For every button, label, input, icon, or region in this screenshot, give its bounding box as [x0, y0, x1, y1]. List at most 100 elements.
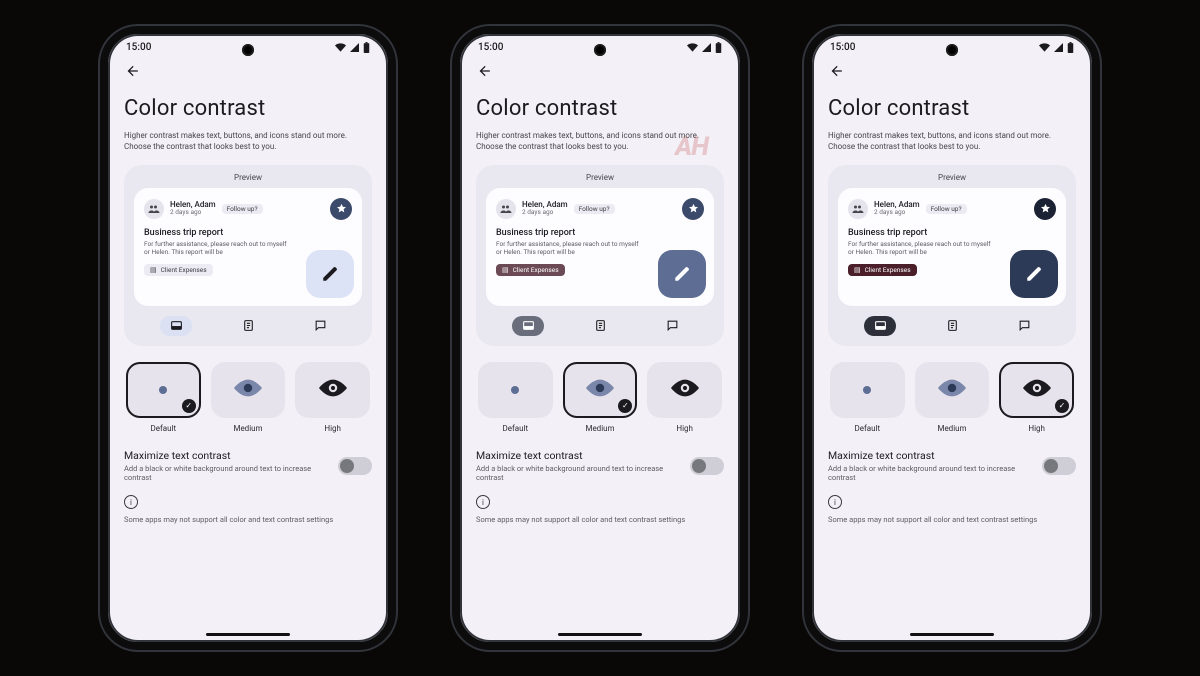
attachment-name: Client Expenses: [161, 266, 207, 274]
email-preview-card: Helen, Adam 2 days ago Follow up? Busine…: [838, 188, 1066, 306]
email-body: For further assistance, please reach out…: [144, 240, 294, 257]
contrast-picker: ✓ Default ✓ Medium ✓ High: [830, 362, 1074, 433]
sent-ago: 2 days ago: [170, 209, 216, 216]
contrast-option-default[interactable]: ✓ Default: [830, 362, 905, 433]
home-indicator[interactable]: [206, 633, 290, 636]
maximize-toggle[interactable]: [690, 457, 724, 475]
contrast-option-high[interactable]: ✓ High: [999, 362, 1074, 433]
email-subject: Business trip report: [848, 228, 1056, 238]
option-label: Default: [478, 424, 553, 433]
maximize-contrast-row: Maximize text contrast Add a black or wh…: [124, 449, 372, 484]
tab-chat[interactable]: [304, 316, 336, 336]
email-body: For further assistance, please reach out…: [496, 240, 646, 257]
star-button[interactable]: [1034, 198, 1056, 220]
contrast-option-medium[interactable]: ✓ Medium: [563, 362, 638, 433]
phone-frame: 15:00 Color contrast Higher contrast mak…: [804, 26, 1100, 650]
eye-icon: [159, 386, 167, 394]
tab-inbox[interactable]: [160, 316, 192, 336]
attachment-chip[interactable]: ▤ Client Expenses: [848, 264, 917, 276]
eye-icon: [319, 379, 347, 401]
email-preview-card: Helen, Adam 2 days ago Follow up? Busine…: [134, 188, 362, 306]
contrast-option-medium[interactable]: ✓ Medium: [211, 362, 286, 433]
attachment-name: Client Expenses: [865, 266, 911, 274]
preview-section: Preview Helen, Adam 2 days ago Follow up…: [476, 165, 724, 346]
contrast-option-high[interactable]: ✓ High: [295, 362, 370, 433]
follow-up-chip[interactable]: Follow up?: [574, 204, 615, 214]
avatar: [848, 199, 868, 219]
avatar: [496, 199, 516, 219]
tab-docs[interactable]: [232, 316, 264, 336]
attachment-chip[interactable]: ▤ Client Expenses: [144, 264, 213, 276]
option-label: High: [295, 424, 370, 433]
maximize-title: Maximize text contrast: [828, 449, 1034, 462]
camera-hole: [242, 44, 254, 56]
star-button[interactable]: [682, 198, 704, 220]
page-subtitle: Higher contrast makes text, buttons, and…: [476, 131, 724, 153]
back-button[interactable]: [124, 57, 372, 90]
maximize-toggle[interactable]: [1042, 457, 1076, 475]
email-body: For further assistance, please reach out…: [848, 240, 998, 257]
wifi-icon: [1039, 43, 1050, 52]
avatar: [144, 199, 164, 219]
check-icon: ✓: [618, 399, 632, 413]
eye-icon: [863, 386, 871, 394]
home-indicator[interactable]: [910, 633, 994, 636]
tab-docs[interactable]: [584, 316, 616, 336]
compose-fab[interactable]: [306, 250, 354, 298]
battery-icon: [1067, 42, 1074, 53]
home-indicator[interactable]: [558, 633, 642, 636]
back-button[interactable]: [476, 57, 724, 90]
status-time: 15:00: [126, 42, 151, 53]
email-subject: Business trip report: [144, 228, 352, 238]
footer-note: Some apps may not support all color and …: [124, 515, 372, 524]
document-icon: ▤: [854, 266, 861, 274]
tab-chat[interactable]: [656, 316, 688, 336]
contrast-option-medium[interactable]: ✓ Medium: [915, 362, 990, 433]
contrast-option-default[interactable]: ✓ Default: [126, 362, 201, 433]
preview-tabbar: [486, 306, 714, 338]
back-button[interactable]: [828, 57, 1076, 90]
tab-chat[interactable]: [1008, 316, 1040, 336]
option-label: Default: [126, 424, 201, 433]
star-button[interactable]: [330, 198, 352, 220]
cell-signal-icon: [702, 43, 711, 52]
contrast-picker: ✓ Default ✓ Medium ✓ High: [126, 362, 370, 433]
option-label: High: [999, 424, 1074, 433]
info-icon[interactable]: i: [828, 495, 842, 509]
option-label: Medium: [211, 424, 286, 433]
maximize-desc: Add a black or white background around t…: [828, 464, 1034, 484]
maximize-title: Maximize text contrast: [476, 449, 682, 462]
follow-up-chip[interactable]: Follow up?: [222, 204, 263, 214]
eye-icon: [938, 379, 966, 401]
contrast-option-default[interactable]: ✓ Default: [478, 362, 553, 433]
document-icon: ▤: [502, 266, 509, 274]
footer-note: Some apps may not support all color and …: [828, 515, 1076, 524]
preview-label: Preview: [486, 173, 714, 182]
page-subtitle: Higher contrast makes text, buttons, and…: [828, 131, 1076, 153]
document-icon: ▤: [150, 266, 157, 274]
eye-icon: [234, 379, 262, 401]
compose-fab[interactable]: [658, 250, 706, 298]
maximize-desc: Add a black or white background around t…: [124, 464, 330, 484]
footer-note: Some apps may not support all color and …: [476, 515, 724, 524]
attachment-chip[interactable]: ▤ Client Expenses: [496, 264, 565, 276]
follow-up-chip[interactable]: Follow up?: [926, 204, 967, 214]
info-icon[interactable]: i: [124, 495, 138, 509]
tab-docs[interactable]: [936, 316, 968, 336]
sent-ago: 2 days ago: [522, 209, 568, 216]
contrast-option-high[interactable]: ✓ High: [647, 362, 722, 433]
preview-tabbar: [838, 306, 1066, 338]
wifi-icon: [687, 43, 698, 52]
compose-fab[interactable]: [1010, 250, 1058, 298]
maximize-desc: Add a black or white background around t…: [476, 464, 682, 484]
eye-icon: [671, 379, 699, 401]
eye-icon: [586, 379, 614, 401]
cell-signal-icon: [1054, 43, 1063, 52]
maximize-toggle[interactable]: [338, 457, 372, 475]
tab-inbox[interactable]: [512, 316, 544, 336]
tab-inbox[interactable]: [864, 316, 896, 336]
info-icon[interactable]: i: [476, 495, 490, 509]
battery-icon: [363, 42, 370, 53]
preview-tabbar: [134, 306, 362, 338]
email-subject: Business trip report: [496, 228, 704, 238]
